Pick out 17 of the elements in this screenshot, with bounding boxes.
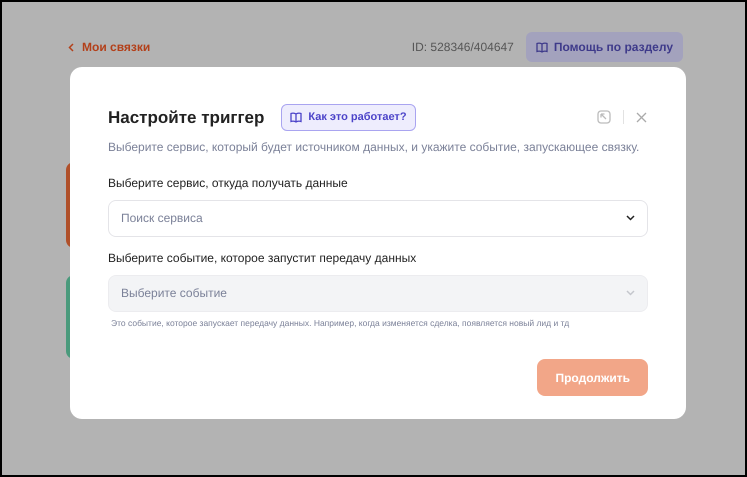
back-link[interactable]: Мои связки — [68, 38, 150, 56]
chevron-down-icon — [626, 290, 635, 296]
field-label: Выберите сервис, откуда получать данные — [108, 174, 349, 192]
chevron-left-icon — [68, 42, 74, 52]
book-icon — [290, 112, 302, 123]
select-field[interactable]: Поиск сервиса — [108, 200, 648, 236]
book-icon — [536, 42, 548, 52]
field-hint: Это событие, которое запускает передачу данных. Например, когда изменяется сделка, появляется новый лид и тд — [111, 316, 570, 330]
modal-title: Настройте триггер — [108, 106, 264, 128]
chevron-down-icon — [626, 215, 635, 221]
modal-description: Выберите сервис, который будет источником данных, и укажите событие, запускающее связку. — [108, 138, 640, 156]
id-text: ID: 528346/404647 — [412, 39, 514, 56]
collapse-icon[interactable] — [597, 110, 611, 124]
field-label: Выберите событие, которое запустит передачу данных — [108, 250, 418, 266]
how-it-works-button[interactable]: Как это работает? — [281, 104, 416, 130]
help-button[interactable]: Помощь по разделу — [526, 32, 683, 62]
close-icon[interactable] — [636, 112, 647, 123]
